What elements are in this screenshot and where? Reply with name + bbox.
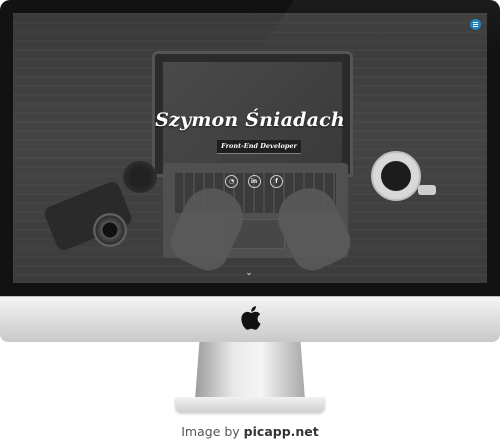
monitor-stand <box>195 342 305 400</box>
linkedin-icon[interactable]: in <box>247 175 261 188</box>
monitor-stand-foot <box>175 397 325 412</box>
facebook-icon[interactable]: f <box>270 175 283 188</box>
photo-lens-cap <box>123 161 157 193</box>
hero-name: Szymon Śniadach <box>155 109 345 131</box>
monitor-bezel: Szymon Śniadach Front-End Developer ◔ in… <box>0 0 500 296</box>
photo-camera-lens <box>93 213 127 247</box>
github-icon[interactable]: ◔ <box>225 175 238 188</box>
hero-role-badge: Front-End Developer <box>217 140 301 153</box>
chevron-down-icon[interactable]: ⌄ <box>242 268 256 278</box>
credit-site-link[interactable]: picapp.net <box>244 424 319 439</box>
social-links: ◔ in f <box>225 175 283 189</box>
website-screen: Szymon Śniadach Front-End Developer ◔ in… <box>13 13 487 283</box>
image-credit: Image by picapp.net <box>0 424 500 439</box>
credit-prefix: Image by <box>181 424 244 439</box>
photo-coffee-cup <box>371 151 421 201</box>
apple-logo-icon <box>241 306 261 330</box>
menu-icon[interactable] <box>470 19 481 30</box>
